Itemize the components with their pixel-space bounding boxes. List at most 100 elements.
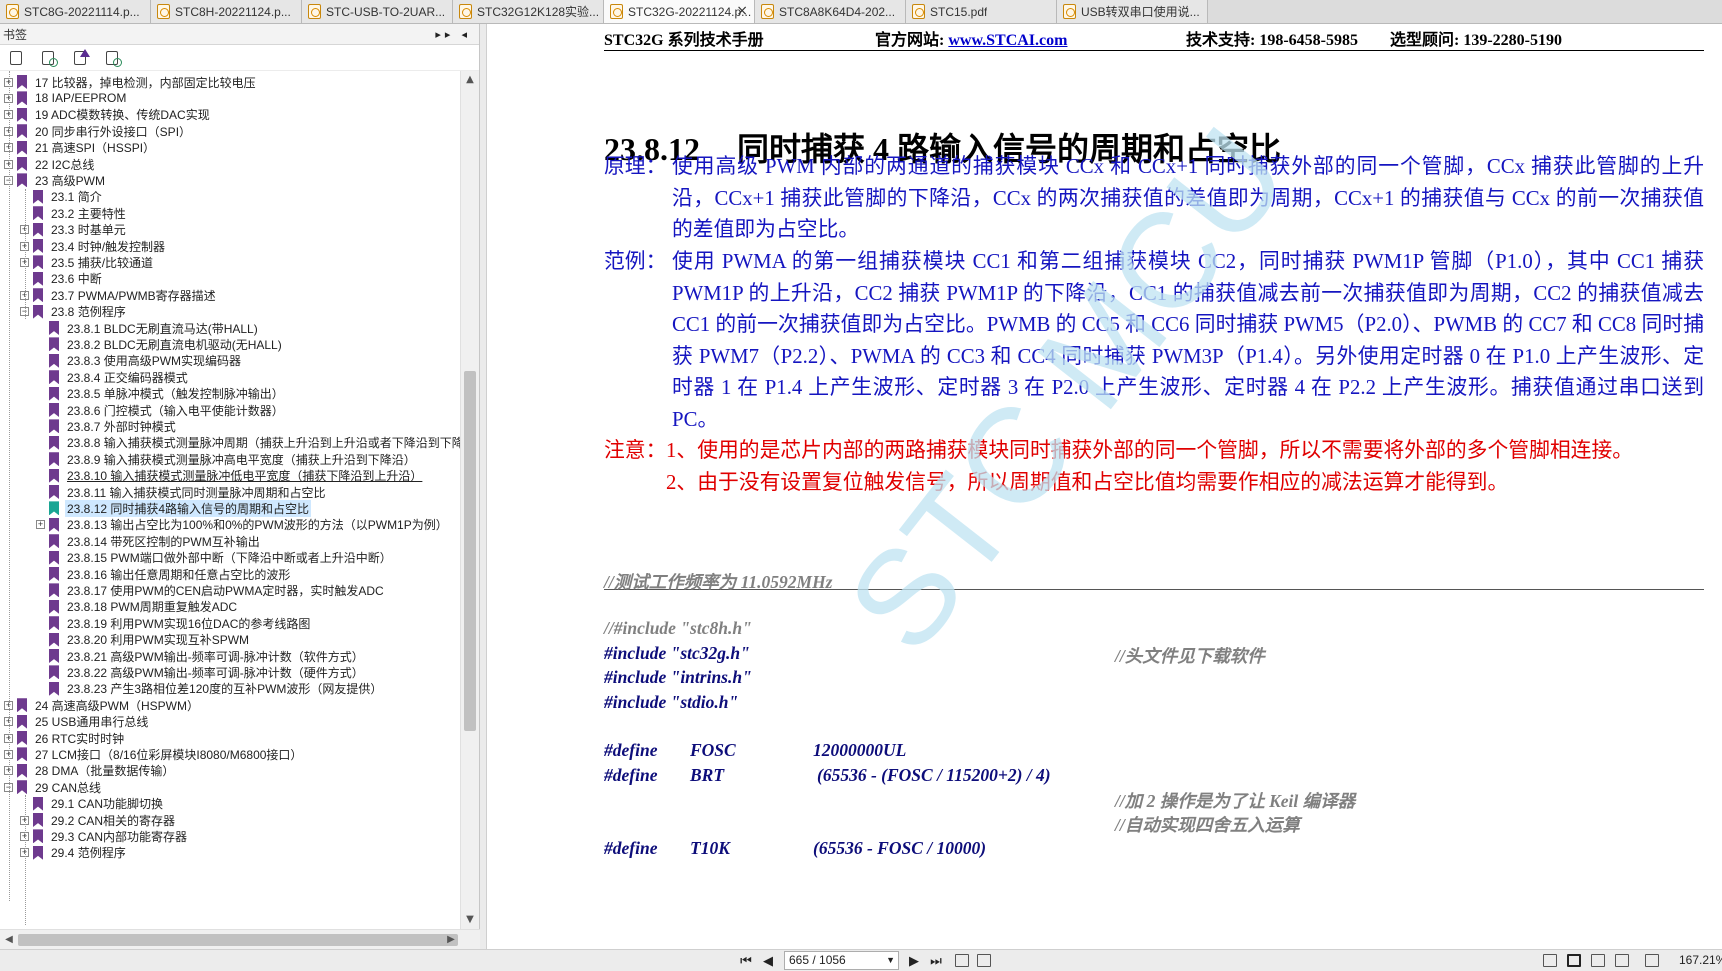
scroll-up-icon[interactable]: ▲ (461, 71, 479, 89)
bookmark-item[interactable]: +26 RTC实时时钟 (4, 729, 126, 747)
bookmark-item[interactable]: +18 IAP/EEPROM (4, 89, 128, 107)
scroll-left-icon[interactable]: ◀ (0, 930, 18, 950)
zoom-level[interactable]: 167.21% (1679, 953, 1722, 967)
bookmark-item[interactable]: 23.8.8 输入捕获模式测量脉冲周期（捕获上升沿到上升沿或者下降沿到下降沿） (36, 434, 460, 452)
bookmark-item[interactable]: +29.4 范例程序 (20, 844, 128, 862)
bookmark-icon (49, 485, 59, 499)
close-tab-icon[interactable]: × (736, 3, 748, 19)
bookmark-label: 23.8.8 输入捕获模式测量脉冲周期（捕获上升沿到上升沿或者下降沿到下降沿） (67, 436, 460, 451)
bookmark-item[interactable]: +23.8.13 输出占空比为100%和0%的PWM波形的方法（以PWM1P为例… (36, 516, 450, 534)
two-page-icon[interactable] (1591, 954, 1605, 967)
bookmark-item[interactable]: 23.8.11 输入捕获模式同时测量脉冲周期和占空比 (36, 483, 327, 501)
tab-3[interactable]: STC32G12K128实验... (453, 0, 604, 23)
previous-page-icon[interactable]: ◀ (760, 952, 776, 970)
bookmark-item[interactable]: 23.8.22 高级PWM输出-频率可调-脉冲计数（硬件方式） (36, 663, 366, 681)
bookmark-item[interactable]: +24 高速高级PWM（HSPWM） (4, 696, 201, 714)
bookmark-icon (49, 649, 59, 663)
expand-toggle-icon[interactable]: + (36, 520, 45, 530)
bookmark-item[interactable]: +17 比较器，掉电检测，内部固定比较电压 (4, 73, 258, 91)
bookmark-item[interactable]: 23.8.14 带死区控制的PWM互补输出 (36, 532, 262, 550)
bookmark-item[interactable]: 23.6 中断 (20, 270, 104, 288)
bookmark-item[interactable]: +27 LCM接口（8/16位彩屏模块I8080/M6800接口） (4, 745, 304, 763)
bookmark-icon (17, 140, 27, 155)
bookmark-item[interactable]: 29.1 CAN功能脚切换 (20, 795, 165, 813)
bookmark-item[interactable]: 23.8.4 正交编码器模式 (36, 368, 190, 386)
scroll-thumb[interactable] (464, 371, 476, 731)
tab-5[interactable]: STC8A8K64D4-202... (755, 0, 906, 23)
bookmark-item[interactable]: +23.7 PWMA/PWMB寄存器描述 (20, 286, 218, 304)
tab-6[interactable]: STC15.pdf (906, 0, 1057, 23)
bookmark-item[interactable]: 23.8.19 利用PWM实现16位DAC的参考线路图 (36, 614, 312, 632)
bookmark-item[interactable]: −23.8 范例程序 (20, 303, 128, 321)
bookmark-item[interactable]: +23.4 时钟/触发控制器 (20, 237, 167, 255)
bookmark-item[interactable]: 23.8.7 外部时钟模式 (36, 417, 178, 435)
page-number-input[interactable]: 665 / 1056 ▼ (784, 951, 899, 970)
bookmark-item[interactable]: +29.2 CAN相关的寄存器 (20, 811, 177, 829)
bookmark-item[interactable]: 23.8.20 利用PWM实现互补SPWM (36, 631, 251, 649)
document-view[interactable]: STC32G 系列技术手册 官方网站: www.STCAI.com 技术支持: … (487, 24, 1722, 949)
bookmark-item[interactable]: −29 CAN总线 (4, 778, 103, 796)
bookmark-item[interactable]: 23.8.9 输入捕获模式测量脉冲高电平宽度（捕获上升沿到下降沿） (36, 450, 418, 468)
bookmark-horizontal-scrollbar[interactable]: ◀ ▶ (0, 929, 480, 949)
bookmark-item[interactable]: +21 高速SPI（HSSPI） (4, 139, 157, 157)
book-view-icon[interactable] (1615, 954, 1629, 967)
tab-1[interactable]: STC8H-20221124.p... (151, 0, 302, 23)
bookmark-item[interactable]: 23.8.23 产生3路相位差120度的互补PWM波形（网友提供） (36, 680, 384, 698)
panel-controls[interactable]: ▸▸ ◂ (435, 28, 471, 41)
bookmark-icon (49, 665, 59, 680)
bookmark-item[interactable]: 23.8.21 高级PWM输出-频率可调-脉冲计数（软件方式） (36, 647, 366, 665)
tab-4[interactable]: STC32G-20221124.p... × (604, 0, 755, 23)
find-bookmark-icon[interactable] (104, 49, 122, 67)
panel-splitter[interactable] (480, 24, 487, 949)
scroll-right-icon[interactable]: ▶ (442, 930, 460, 950)
bookmark-item[interactable]: 23.8.17 使用PWM的CEN启动PWMA定时器，实时触发ADC (36, 581, 386, 599)
scroll-down-icon[interactable]: ▼ (461, 911, 479, 929)
bookmark-item[interactable]: +23.5 捕获/比较通道 (20, 253, 155, 271)
bookmark-item[interactable]: 23.8.3 使用高级PWM实现编码器 (36, 352, 243, 370)
bookmark-item[interactable]: 23.8.15 PWM端口做外部中断（下降沿中断或者上升沿中断） (36, 549, 394, 567)
rotate-view-icon[interactable] (1645, 954, 1659, 967)
hscroll-thumb[interactable] (18, 934, 458, 946)
bookmark-item[interactable]: +29.3 CAN内部功能寄存器 (20, 827, 189, 845)
bookmark-item[interactable]: +20 同步串行外设接口（SPI） (4, 122, 193, 140)
next-page-icon[interactable]: ▶ (906, 952, 922, 970)
continuous-page-icon[interactable] (1567, 954, 1581, 967)
tab-2[interactable]: STC-USB-TO-2UAR... (302, 0, 453, 23)
bookmark-panel-title: 书签 (3, 27, 28, 42)
bookmark-label: 23.8.15 PWM端口做外部中断（下降沿中断或者上升沿中断） (67, 551, 392, 566)
bookmark-icon (17, 107, 27, 122)
expand-bookmark-icon[interactable] (8, 49, 26, 67)
first-page-icon[interactable]: ⏮ (738, 952, 754, 970)
bookmark-item[interactable]: +25 USB通用串行总线 (4, 713, 150, 731)
add-bookmark-icon[interactable] (72, 48, 90, 67)
bookmark-label: 23.8.9 输入捕获模式测量脉冲高电平宽度（捕获上升沿到下降沿） (67, 452, 416, 467)
bookmark-item[interactable]: −23 高级PWM (4, 171, 107, 189)
bookmark-item[interactable]: 23.8.18 PWM周期重复触发ADC (36, 598, 239, 616)
bookmark-item[interactable]: 23.8.1 BLDC无刷直流马达(带HALL) (36, 319, 260, 337)
last-page-icon[interactable]: ⏭ (928, 952, 944, 970)
bookmark-item[interactable]: 23.1 简介 (20, 188, 104, 206)
bookmark-vertical-scrollbar[interactable]: ▲ ▼ (460, 71, 479, 929)
bookmark-panel-header: 书签 ▸▸ ◂ (0, 24, 479, 45)
tab-7[interactable]: USB转双串口使用说... (1057, 0, 1208, 23)
bookmark-label: 23.8.4 正交编码器模式 (67, 370, 188, 385)
bookmark-item[interactable]: 23.8.2 BLDC无刷直流电机驱动(无HALL) (36, 335, 284, 353)
bookmark-item[interactable]: 23.8.10 输入捕获模式测量脉冲低电平宽度（捕获下降沿到上升沿） (36, 467, 424, 485)
tab-0[interactable]: STC8G-20221114.p... (0, 0, 151, 23)
site-link[interactable]: www.STCAI.com (948, 32, 1067, 49)
bookmark-item[interactable]: 23.8.6 门控模式（输入电平使能计数器） (36, 401, 286, 419)
bookmark-item[interactable]: 23.8.12 同时捕获4路输入信号的周期和占空比 (36, 499, 312, 517)
collapse-bookmark-icon[interactable] (40, 49, 58, 67)
fit-page-icon[interactable] (955, 954, 969, 967)
single-page-icon[interactable] (1543, 954, 1557, 967)
bookmark-icon (33, 239, 43, 253)
bookmark-item[interactable]: 23.8.16 输出任意周期和任意占空比的波形 (36, 565, 292, 583)
bookmark-item[interactable]: +19 ADC模数转换、传统DAC实现 (4, 106, 212, 124)
fit-width-icon[interactable] (977, 954, 991, 967)
bookmark-item[interactable]: +23.3 时基单元 (20, 221, 128, 239)
bookmark-item[interactable]: 23.2 主要特性 (20, 204, 128, 222)
chevron-down-icon[interactable]: ▼ (886, 952, 895, 969)
bookmark-item[interactable]: +22 I2C总线 (4, 155, 96, 173)
bookmark-item[interactable]: +28 DMA（批量数据传输） (4, 762, 176, 780)
bookmark-item[interactable]: 23.8.5 单脉冲模式（触发控制脉冲输出） (36, 385, 286, 403)
